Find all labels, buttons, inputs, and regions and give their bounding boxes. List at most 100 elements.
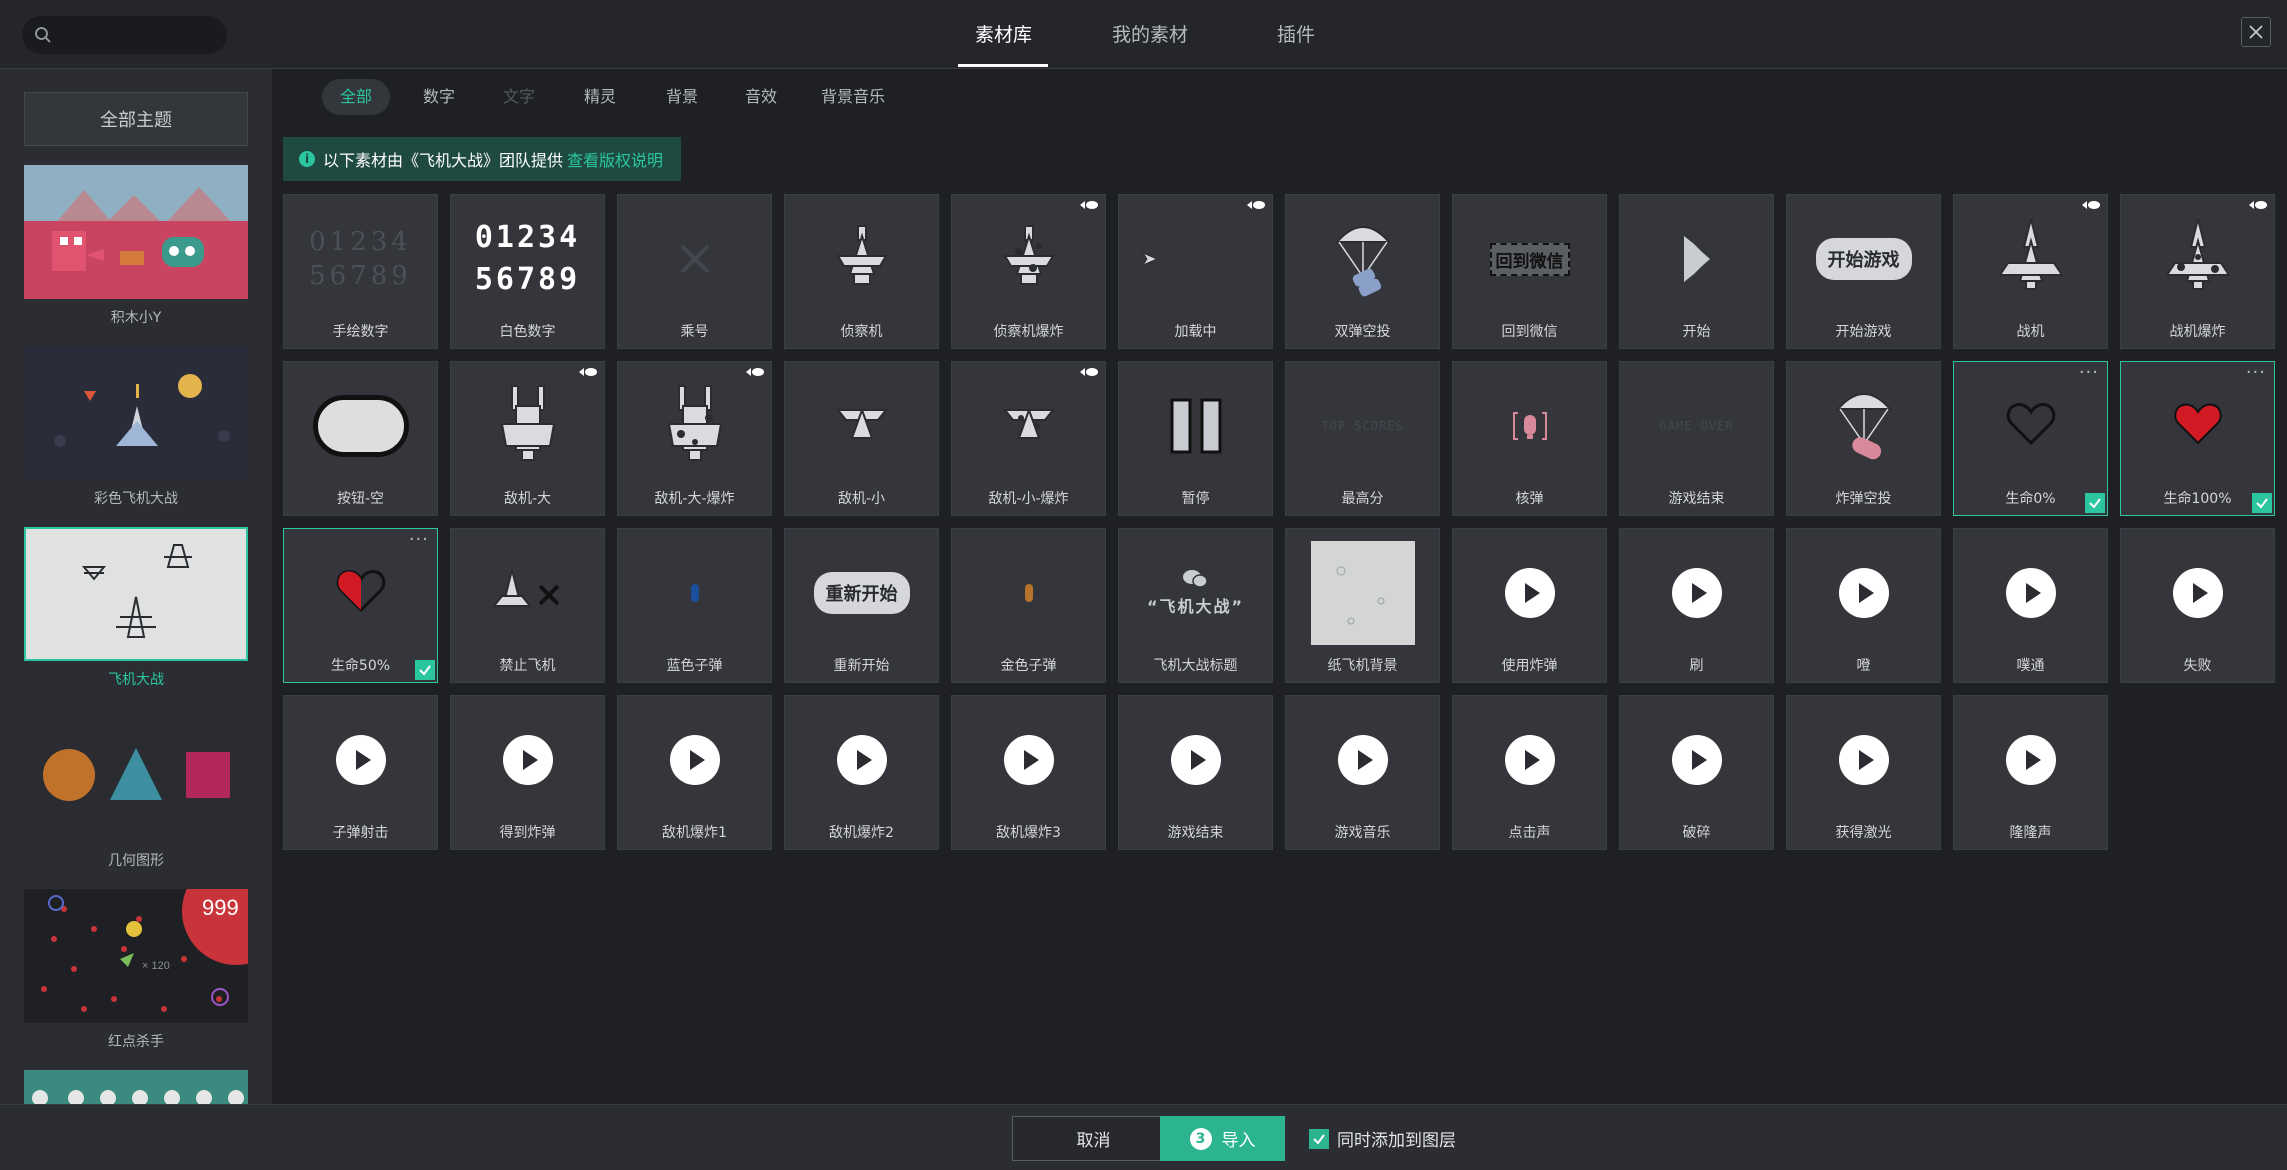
asset-card[interactable]: 敌机爆炸1 [617, 695, 772, 850]
asset-label: 飞机大战标题 [1153, 658, 1238, 674]
asset-card[interactable]: 炸弹空投 [1786, 361, 1941, 516]
play-audio-icon[interactable] [2005, 735, 2056, 785]
play-audio-icon[interactable] [502, 735, 553, 785]
all-themes-button[interactable]: 全部主题 [24, 92, 248, 146]
asset-preview [1453, 529, 1606, 657]
digits-bottom: 56789 [474, 262, 581, 297]
asset-card[interactable]: 生命100% ··· [2120, 361, 2275, 516]
asset-card[interactable]: 暂停 [1118, 361, 1273, 516]
asset-card[interactable]: GAME OVER 游戏结束 [1619, 361, 1774, 516]
filter-numbers[interactable]: 数字 [423, 79, 455, 115]
search-input[interactable] [22, 16, 227, 54]
play-audio-icon[interactable] [836, 735, 887, 785]
play-audio-icon[interactable] [1337, 735, 1388, 785]
asset-card[interactable]: 生命50% ··· [283, 528, 438, 683]
copyright-link[interactable]: 查看版权说明 [567, 147, 663, 171]
filter-all[interactable]: 全部 [322, 79, 391, 115]
asset-card[interactable]: 获得激光 [1786, 695, 1941, 850]
asset-card[interactable]: 敌机爆炸3 [951, 695, 1106, 850]
play-audio-icon[interactable] [669, 735, 720, 785]
close-button[interactable] [2241, 17, 2271, 47]
asset-card[interactable]: 敌机-小 [784, 361, 939, 516]
asset-card[interactable]: 核弹 [1452, 361, 1607, 516]
asset-card[interactable]: 双弹空投 [1285, 194, 1440, 349]
asset-card[interactable]: 侦察机爆炸 [951, 194, 1106, 349]
asset-card[interactable]: 刷 [1619, 528, 1774, 683]
add-to-layer-checkbox[interactable] [1309, 1128, 1329, 1149]
asset-card[interactable]: 点击声 [1452, 695, 1607, 850]
asset-card[interactable]: 开始游戏 开始游戏 [1786, 194, 1941, 349]
more-options-icon[interactable]: ··· [2079, 362, 2099, 383]
play-audio-icon[interactable] [1504, 735, 1555, 785]
theme-item[interactable]: 飞机大战 [24, 527, 248, 689]
asset-card[interactable]: 回到微信 回到微信 [1452, 194, 1607, 349]
asset-card[interactable]: 战机 [1953, 194, 2108, 349]
asset-card[interactable]: 禁止飞机 [450, 528, 605, 683]
play-audio-icon[interactable] [335, 735, 386, 785]
more-options-icon[interactable]: ··· [2246, 362, 2266, 383]
asset-card[interactable]: 隆隆声 [1953, 695, 2108, 850]
theme-item[interactable] [24, 1070, 248, 1104]
play-audio-icon[interactable] [1671, 735, 1722, 785]
asset-card[interactable]: 子弹射击 [283, 695, 438, 850]
play-audio-icon[interactable] [1003, 735, 1054, 785]
play-audio-icon[interactable] [2005, 568, 2056, 618]
asset-card[interactable]: 失败 [2120, 528, 2275, 683]
theme-item[interactable]: 积木小Y [24, 165, 248, 327]
asset-preview [618, 362, 771, 490]
filter-backgrounds[interactable]: 背景 [666, 79, 698, 115]
filter-bgm[interactable]: 背景音乐 [821, 79, 885, 115]
asset-card[interactable]: 战机爆炸 [2120, 194, 2275, 349]
asset-card[interactable]: TOP SCORES 最高分 [1285, 361, 1440, 516]
asset-card[interactable]: 敌机-大-爆炸 [617, 361, 772, 516]
asset-card[interactable]: 蓝色子弹 [617, 528, 772, 683]
asset-card[interactable]: 金色子弹 [951, 528, 1106, 683]
asset-card[interactable]: 纸飞机背景 [1285, 528, 1440, 683]
asset-preview: 回到微信 [1453, 195, 1606, 323]
asset-card[interactable]: 敌机爆炸2 [784, 695, 939, 850]
asset-preview [1787, 696, 1940, 824]
asset-card[interactable]: 噔 [1786, 528, 1941, 683]
theme-item[interactable]: 几何图形 [24, 708, 248, 870]
asset-card[interactable]: 加载中 [1118, 194, 1273, 349]
digits-top: 01234 [474, 220, 581, 255]
tab-asset-library[interactable]: 素材库 [975, 20, 1032, 47]
asset-card[interactable]: 敌机-小-爆炸 [951, 361, 1106, 516]
asset-card[interactable]: 使用炸弹 [1452, 528, 1607, 683]
import-button[interactable]: 3 导入 [1160, 1116, 1285, 1161]
asset-card[interactable]: 游戏结束 [1118, 695, 1273, 850]
selected-check-icon[interactable] [415, 660, 435, 680]
asset-card[interactable]: 敌机-大 [450, 361, 605, 516]
theme-item[interactable]: 999 × 120 红点杀手 [24, 889, 248, 1051]
play-audio-icon[interactable] [1170, 735, 1221, 785]
asset-card[interactable]: 乘号 [617, 194, 772, 349]
asset-card[interactable]: 破碎 [1619, 695, 1774, 850]
asset-card[interactable]: 01234 56789 手绘数字 [283, 194, 438, 349]
asset-card[interactable]: 游戏音乐 [1285, 695, 1440, 850]
asset-card[interactable]: “飞机大战” 飞机大战标题 [1118, 528, 1273, 683]
theme-item[interactable]: 彩色飞机大战 [24, 346, 248, 508]
more-options-icon[interactable]: ··· [409, 529, 429, 550]
asset-card[interactable]: 得到炸弹 [450, 695, 605, 850]
cancel-button[interactable]: 取消 [1012, 1116, 1175, 1161]
asset-card[interactable]: 侦察机 [784, 194, 939, 349]
play-audio-icon[interactable] [1838, 568, 1889, 618]
asset-card[interactable]: 按钮-空 [283, 361, 438, 516]
asset-card[interactable]: 生命0% ··· [1953, 361, 2108, 516]
asset-card[interactable]: 开始 [1619, 194, 1774, 349]
play-audio-icon[interactable] [1671, 568, 1722, 618]
tab-my-assets[interactable]: 我的素材 [1112, 20, 1188, 47]
asset-card[interactable]: 01234 56789 白色数字 [450, 194, 605, 349]
filter-sound-effects[interactable]: 音效 [745, 79, 777, 115]
selected-check-icon[interactable] [2252, 493, 2272, 513]
asset-card[interactable]: 重新开始 重新开始 [784, 528, 939, 683]
asset-card[interactable]: 噗通 [1953, 528, 2108, 683]
add-to-layer-option[interactable]: 同时添加到图层 [1309, 1126, 1456, 1151]
tab-plugins[interactable]: 插件 [1277, 20, 1315, 47]
asset-preview [952, 696, 1105, 824]
play-audio-icon[interactable] [2172, 568, 2223, 618]
selected-check-icon[interactable] [2085, 493, 2105, 513]
play-audio-icon[interactable] [1838, 735, 1889, 785]
filter-sprites[interactable]: 精灵 [584, 79, 616, 115]
play-audio-icon[interactable] [1504, 568, 1555, 618]
